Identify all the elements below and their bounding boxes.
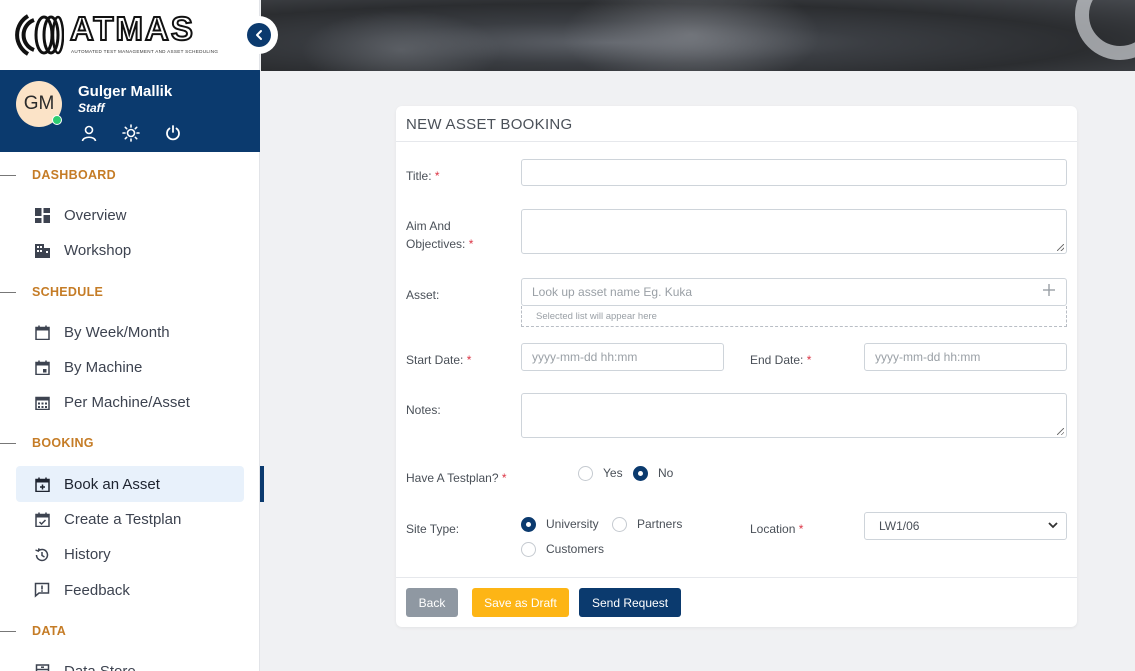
avatar[interactable]: GM bbox=[16, 81, 62, 127]
start-date-input[interactable]: yyyy-mm-dd hh:mm bbox=[521, 343, 724, 371]
calendar-plus-icon bbox=[34, 476, 50, 492]
card-footer-divider bbox=[396, 577, 1077, 578]
site-partners-radio[interactable] bbox=[612, 517, 627, 532]
testplan-label: Have A Testplan? * bbox=[406, 471, 507, 485]
asset-label: Asset: bbox=[406, 288, 440, 302]
brand-name: ATMAS bbox=[69, 9, 195, 48]
site-university-radio[interactable] bbox=[521, 517, 536, 532]
title-label: Title: * bbox=[406, 169, 440, 183]
sidebar-item-create-a-testplan[interactable]: Create a Testplan bbox=[0, 502, 244, 537]
location-selected-value: LW1/06 bbox=[879, 519, 920, 533]
section-booking: BOOKING bbox=[0, 420, 260, 466]
building-icon bbox=[34, 243, 50, 259]
sidebar-item-label: Feedback bbox=[64, 581, 130, 599]
sidebar-item-data-store[interactable]: Data Store bbox=[0, 654, 244, 671]
user-card: GM Gulger Mallik Staff bbox=[0, 70, 260, 152]
atmas-logo-icon bbox=[15, 14, 64, 56]
end-date-placeholder: yyyy-mm-dd hh:mm bbox=[875, 350, 981, 364]
site-university-label: University bbox=[546, 517, 599, 531]
sidebar-item-workshop[interactable]: Workshop bbox=[0, 233, 244, 268]
sidebar-item-label: History bbox=[64, 546, 111, 564]
sidebar-item-label: Create a Testplan bbox=[64, 510, 182, 528]
sidebar-item-per-machine-asset[interactable]: Per Machine/Asset bbox=[0, 385, 244, 420]
asset-search-input[interactable]: Look up asset name Eg. Kuka bbox=[521, 278, 1067, 306]
testplan-yes-radio[interactable] bbox=[578, 466, 593, 481]
calendar-grid-icon bbox=[34, 395, 50, 411]
user-actions bbox=[78, 122, 184, 144]
sidebar-item-history[interactable]: History bbox=[0, 537, 244, 572]
sidebar-item-label: Data Store bbox=[64, 663, 136, 671]
selected-assets-list: Selected list will appear here bbox=[521, 306, 1067, 327]
section-data: DATA bbox=[0, 608, 260, 654]
site-type-label: Site Type: bbox=[406, 522, 460, 536]
location-select[interactable]: LW1/06 bbox=[864, 512, 1067, 540]
sidebar-item-label: Book an Asset bbox=[64, 475, 160, 493]
theme-toggle-icon[interactable] bbox=[120, 122, 142, 144]
sidebar-item-book-an-asset[interactable]: Book an Asset bbox=[16, 466, 244, 502]
sidebar-item-feedback[interactable]: Feedback bbox=[0, 572, 244, 607]
history-icon bbox=[34, 547, 50, 563]
online-status-dot bbox=[52, 115, 62, 125]
archive-icon bbox=[34, 663, 50, 671]
sidebar: ATMAS AUTOMATED TEST MANAGEMENT AND ASSE… bbox=[0, 0, 278, 671]
site-customers-radio[interactable] bbox=[521, 542, 536, 557]
section-schedule: SCHEDULE bbox=[0, 269, 260, 315]
sidebar-nav: DASHBOARD Overview Workshop SCHEDULE By … bbox=[0, 152, 260, 671]
chevron-down-icon bbox=[1048, 519, 1058, 533]
sidebar-item-label: Per Machine/Asset bbox=[64, 394, 190, 412]
power-icon[interactable] bbox=[162, 122, 184, 144]
sidebar-item-label: By Machine bbox=[64, 359, 143, 377]
send-request-button[interactable]: Send Request bbox=[579, 588, 681, 617]
asset-placeholder: Look up asset name Eg. Kuka bbox=[532, 285, 693, 299]
back-button[interactable]: Back bbox=[406, 588, 458, 617]
location-label: Location * bbox=[750, 522, 804, 536]
add-asset-plus-icon[interactable] bbox=[1042, 283, 1056, 300]
logo-area: ATMAS AUTOMATED TEST MANAGEMENT AND ASSE… bbox=[0, 0, 259, 70]
testplan-no-label: No bbox=[658, 466, 674, 480]
site-partners-label: Partners bbox=[637, 517, 683, 531]
sidebar-item-overview[interactable]: Overview bbox=[0, 198, 244, 233]
sidebar-collapse-button[interactable] bbox=[240, 16, 278, 54]
section-dashboard: DASHBOARD bbox=[0, 152, 260, 198]
sidebar-item-by-machine[interactable]: By Machine bbox=[0, 350, 244, 385]
start-date-placeholder: yyyy-mm-dd hh:mm bbox=[532, 350, 638, 364]
feedback-icon bbox=[34, 582, 50, 598]
chevron-left-icon bbox=[256, 30, 262, 40]
sidebar-item-label: Overview bbox=[64, 207, 127, 225]
avatar-initials: GM bbox=[23, 93, 55, 114]
sidebar-item-by-week-month[interactable]: By Week/Month bbox=[0, 315, 244, 350]
header-banner-image bbox=[261, 0, 1135, 71]
title-input[interactable] bbox=[521, 159, 1067, 186]
user-name: Gulger Mallik bbox=[78, 83, 173, 100]
testplan-yes-label: Yes bbox=[603, 466, 623, 480]
card-title: NEW ASSET BOOKING bbox=[396, 106, 1077, 142]
calendar-event-icon bbox=[34, 360, 50, 376]
sidebar-item-label: Workshop bbox=[64, 242, 132, 260]
dashboard-icon bbox=[34, 208, 50, 224]
aim-objectives-textarea[interactable] bbox=[521, 209, 1067, 254]
notes-label: Notes: bbox=[406, 403, 441, 417]
new-asset-booking-card: NEW ASSET BOOKING Title: * Aim And Object… bbox=[396, 106, 1077, 627]
testplan-no-radio[interactable] bbox=[633, 466, 648, 481]
save-as-draft-button[interactable]: Save as Draft bbox=[472, 588, 569, 617]
site-customers-label: Customers bbox=[546, 542, 605, 556]
end-date-label: End Date: * bbox=[750, 353, 812, 367]
aim-objectives-label: Aim And Objectives: * bbox=[406, 219, 474, 251]
sidebar-item-label: By Week/Month bbox=[64, 323, 170, 341]
calendar-icon bbox=[34, 324, 50, 340]
profile-icon[interactable] bbox=[78, 122, 100, 144]
calendar-check-icon bbox=[34, 511, 50, 527]
start-date-label: Start Date: * bbox=[406, 353, 472, 367]
end-date-input[interactable]: yyyy-mm-dd hh:mm bbox=[864, 343, 1067, 371]
brand-tagline: AUTOMATED TEST MANAGEMENT AND ASSET SCHE… bbox=[71, 49, 219, 54]
notes-textarea[interactable] bbox=[521, 393, 1067, 438]
user-role: Staff bbox=[78, 101, 105, 115]
